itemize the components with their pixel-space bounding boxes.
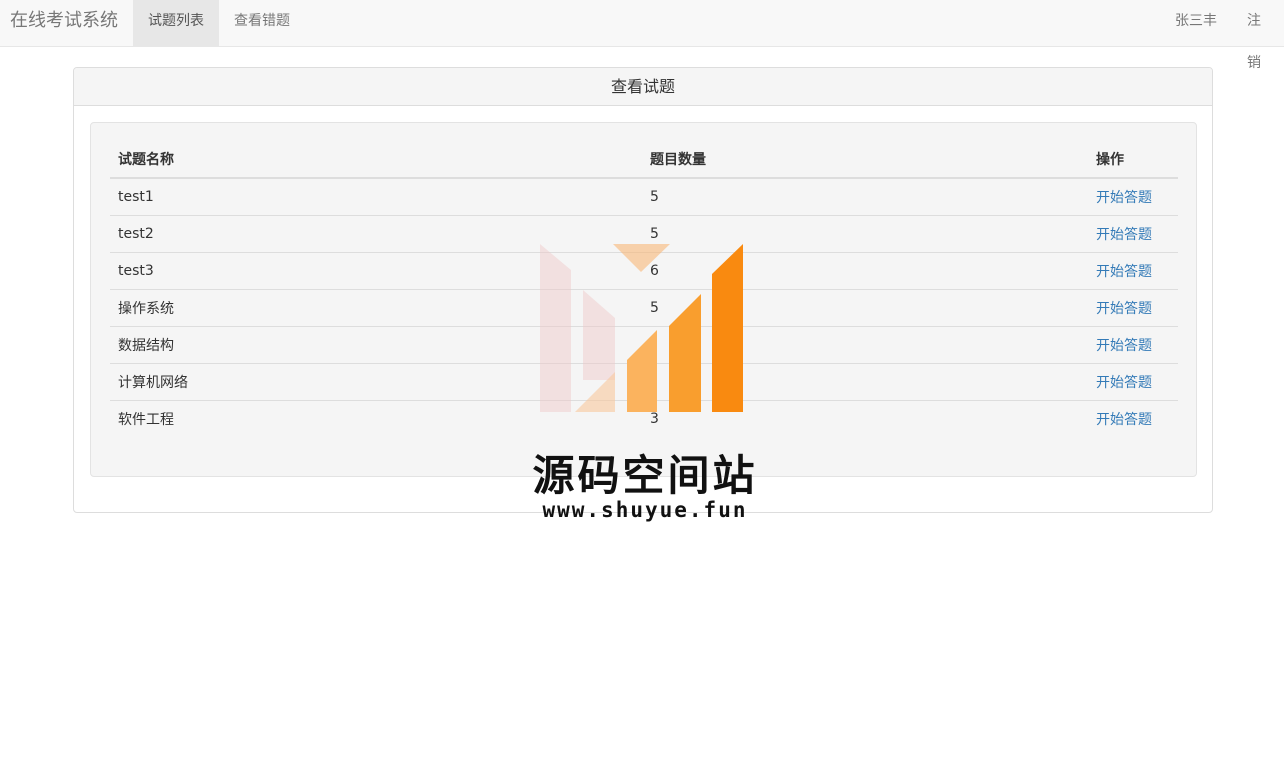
- start-exam-link[interactable]: 开始答题: [1096, 375, 1152, 391]
- question-count-cell: 6: [642, 251, 1088, 289]
- header-question-count: 题目数量: [642, 141, 1088, 179]
- exam-name-cell: test1: [118, 188, 154, 205]
- table-header-row: 试题名称 题目数量 操作: [110, 141, 1178, 179]
- exam-name-cell: test3: [110, 251, 642, 289]
- exam-panel: 查看试题 试题名称 题目数量 操作 test1 5 开始答题 test2 5 开…: [73, 67, 1213, 513]
- table-row: test3 6 开始答题: [110, 251, 1178, 289]
- start-exam-link[interactable]: 开始答题: [1096, 412, 1152, 428]
- exam-table: 试题名称 题目数量 操作 test1 5 开始答题 test2 5 开始答题 t…: [110, 141, 1178, 437]
- app-brand[interactable]: 在线考试系统: [10, 9, 118, 33]
- question-count-cell: [642, 325, 1088, 363]
- table-row: test1 5 开始答题: [110, 178, 1178, 215]
- tab-wrong-questions[interactable]: 查看错题: [219, 0, 305, 46]
- start-exam-link[interactable]: 开始答题: [1096, 227, 1152, 243]
- table-row: test2 5 开始答题: [110, 214, 1178, 252]
- exam-name-cell: 操作系统: [110, 288, 642, 326]
- exam-table-well: 试题名称 题目数量 操作 test1 5 开始答题 test2 5 开始答题 t…: [90, 122, 1197, 477]
- exam-name-cell: 数据结构: [110, 325, 642, 363]
- question-count-cell: 5: [642, 288, 1088, 326]
- table-row: 软件工程 3 开始答题: [110, 399, 1178, 437]
- question-count-cell: 3: [642, 399, 1088, 437]
- panel-title: 查看试题: [74, 68, 1212, 106]
- user-name-link[interactable]: 张三丰: [1160, 0, 1232, 46]
- table-row: 计算机网络 开始答题: [110, 362, 1178, 400]
- logout-link[interactable]: 注销: [1232, 0, 1284, 71]
- question-count-cell: 5: [642, 214, 1088, 252]
- start-exam-link[interactable]: 开始答题: [1096, 190, 1152, 206]
- start-exam-link[interactable]: 开始答题: [1096, 338, 1152, 354]
- start-exam-link[interactable]: 开始答题: [1096, 264, 1152, 280]
- table-row: 操作系统 5 开始答题: [110, 288, 1178, 326]
- exam-name-cell: 计算机网络: [110, 362, 642, 400]
- table-row: 数据结构 开始答题: [110, 325, 1178, 363]
- navbar: 在线考试系统 试题列表 查看错题 张三丰 注销: [0, 0, 1284, 71]
- exam-name-cell: test2: [110, 214, 642, 252]
- header-exam-name: 试题名称: [110, 141, 642, 179]
- tab-exam-list[interactable]: 试题列表: [133, 0, 219, 46]
- exam-name-cell: 软件工程: [110, 399, 642, 437]
- question-count-cell: 5: [650, 188, 659, 205]
- start-exam-link[interactable]: 开始答题: [1096, 301, 1152, 317]
- header-action: 操作: [1088, 141, 1178, 179]
- question-count-cell: [642, 362, 1088, 400]
